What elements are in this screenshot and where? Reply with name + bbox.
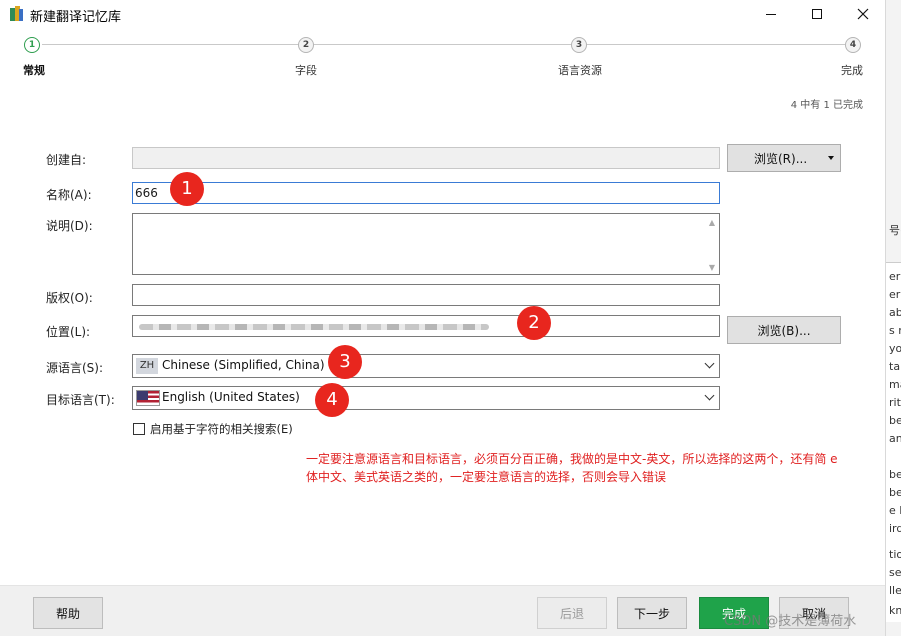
progress-status: 4 中有 1 已完成 [790, 100, 863, 111]
window-title: 新建翻译记忆库 [30, 10, 122, 25]
bg-text: ird [889, 522, 901, 535]
step-4-label: 完成 [841, 64, 863, 77]
bg-text: abili [889, 306, 901, 319]
location-label: 位置(L): [46, 325, 91, 339]
bg-text: you [889, 342, 901, 355]
dropdown-arrow-icon [828, 156, 834, 160]
location-input[interactable] [132, 315, 720, 337]
minimize-icon [766, 13, 776, 15]
bg-text: be [889, 468, 901, 481]
bg-text: s m [889, 324, 901, 337]
bg-text: and [889, 432, 901, 445]
back-button[interactable]: 后退 [537, 597, 607, 629]
step-1-indicator: 1 [24, 37, 40, 53]
created-from-field [132, 147, 720, 169]
bg-text: lle [889, 584, 901, 597]
bg-text: 号(U [889, 224, 901, 237]
bg-text: kno [889, 604, 901, 617]
target-language-select[interactable]: English (United States) [132, 386, 720, 410]
maximize-icon [812, 9, 822, 19]
annotation-line-2: 体中文、美式英语之类的，一定要注意语言的选择，否则会导入错误 [306, 470, 667, 484]
browse-created-from-button[interactable]: 浏览(R)... [727, 144, 841, 172]
bg-text: rity [889, 396, 901, 409]
bg-text: tak [889, 360, 901, 373]
us-flag-icon [136, 390, 160, 406]
annotation-note: 一定要注意源语言和目标语言，必须百分百正确，我做的是中文-英文，所以选择的这两个… [306, 450, 838, 486]
background-app-window: 号(U er lo er In abili s m you tak ma rit… [885, 0, 901, 636]
source-language-label: 源语言(S): [46, 361, 104, 375]
bg-text: be [889, 486, 901, 499]
name-input-value: 666 [135, 186, 158, 200]
target-language-label: 目标语言(T): [46, 393, 115, 407]
scroll-up-icon[interactable]: ▲ [709, 218, 715, 227]
stepper-track [42, 44, 845, 45]
annotation-line-1: 一定要注意源语言和目标语言，必须百分百正确，我做的是中文-英文，所以选择的这两个… [306, 452, 838, 466]
copyright-label: 版权(O): [46, 291, 93, 305]
step-3-indicator: 3 [571, 37, 587, 53]
step-2-indicator: 2 [298, 37, 314, 53]
source-language-select[interactable]: ZH Chinese (Simplified, China) [132, 354, 720, 378]
bg-text: er lo [889, 270, 901, 283]
marker-4: 4 [315, 383, 349, 417]
chevron-down-icon [704, 358, 715, 369]
csdn-watermark: CSDN @技术是薄荷水 [724, 614, 857, 629]
close-button[interactable] [840, 0, 886, 28]
char-search-checkbox[interactable] [133, 423, 145, 435]
bg-text: ma [889, 378, 901, 391]
blurred-path [139, 324, 489, 330]
close-icon [857, 8, 869, 20]
marker-3: 3 [328, 345, 362, 379]
copyright-input[interactable] [132, 284, 720, 306]
bg-text: er In [889, 288, 901, 301]
marker-1: 1 [170, 172, 204, 206]
step-4-indicator: 4 [845, 37, 861, 53]
zh-language-icon: ZH [136, 358, 158, 374]
app-icon [10, 6, 23, 21]
browse-location-button[interactable]: 浏览(B)... [727, 316, 841, 344]
chevron-down-icon [704, 390, 715, 401]
new-translation-memory-dialog: 新建翻译记忆库 1 常规 2 字段 3 语言资源 4 完成 4 中有 1 已完成… [0, 0, 885, 636]
help-button[interactable]: 帮助 [33, 597, 103, 629]
name-label: 名称(A): [46, 188, 92, 202]
description-textarea[interactable]: ▲ ▼ [132, 213, 720, 275]
bg-text: be [889, 414, 901, 427]
step-2-label: 字段 [295, 64, 317, 77]
description-label: 说明(D): [46, 219, 93, 233]
target-language-value: English (United States) [162, 390, 300, 404]
step-3-label: 语言资源 [558, 64, 602, 77]
bg-text: e N [889, 504, 901, 517]
scroll-down-icon[interactable]: ▼ [709, 263, 715, 272]
next-button[interactable]: 下一步 [617, 597, 687, 629]
char-search-option[interactable]: 启用基于字符的相关搜索(E) [133, 421, 293, 437]
source-language-value: Chinese (Simplified, China) [162, 358, 325, 372]
maximize-button[interactable] [794, 0, 840, 28]
minimize-button[interactable] [748, 0, 794, 28]
char-search-label: 启用基于字符的相关搜索(E) [150, 422, 293, 436]
name-input[interactable]: 666 [132, 182, 720, 204]
step-1-label: 常规 [23, 64, 45, 77]
created-from-label: 创建自: [46, 153, 87, 167]
marker-2: 2 [517, 306, 551, 340]
title-bar[interactable]: 新建翻译记忆库 [0, 0, 885, 28]
bg-text: se [889, 566, 901, 579]
bg-text: tion [889, 548, 901, 561]
